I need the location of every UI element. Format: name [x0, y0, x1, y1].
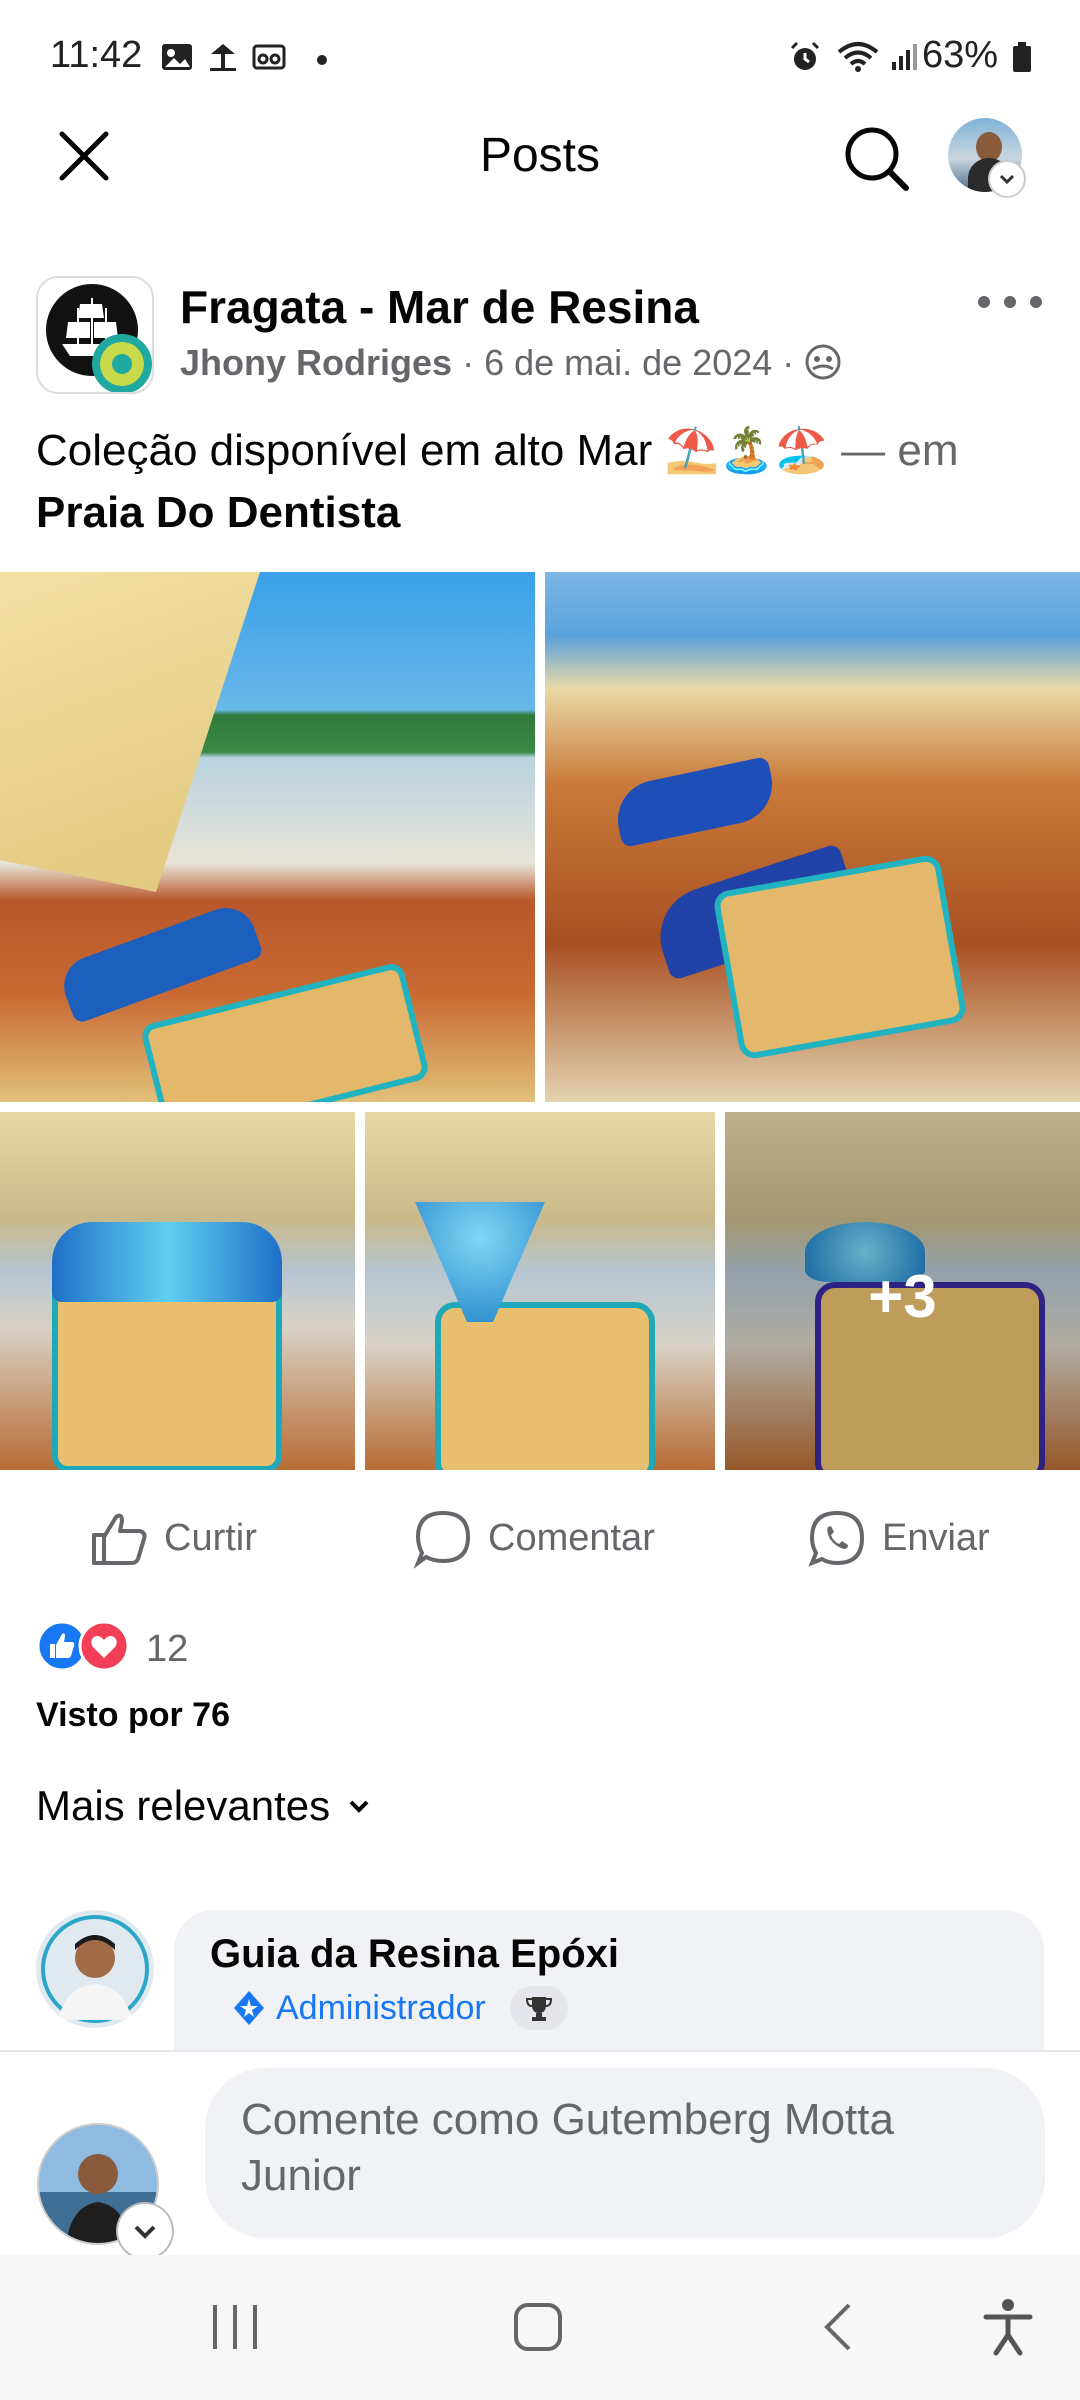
comment-button[interactable]: Comentar: [412, 1498, 655, 1578]
reaction-count: 12: [146, 1628, 189, 1670]
chevron-down-icon: [349, 1800, 369, 1813]
admin-star-icon: [234, 1991, 264, 2025]
commenter-avatar[interactable]: [36, 1910, 154, 2028]
love-reaction-icon: [78, 1620, 130, 1672]
gallery-icon: [162, 44, 192, 70]
group-members-icon: [805, 344, 841, 380]
admin-badge-label: Administrador: [276, 1988, 486, 2027]
comment-bubble-icon: [413, 1510, 471, 1569]
back-icon[interactable]: [815, 2299, 865, 2355]
search-icon[interactable]: [840, 122, 912, 194]
post-photo-2[interactable]: [545, 572, 1080, 1102]
top-contributor-badge: [509, 1986, 568, 2030]
caption-text: Coleção disponível em alto Mar: [36, 426, 653, 475]
comment-sort-dropdown[interactable]: Mais relevantes: [36, 1782, 374, 1830]
post-photo-1[interactable]: [0, 572, 535, 1102]
comment-label: Comentar: [488, 1516, 655, 1559]
beach-icon: [210, 44, 236, 71]
page-title: Posts: [479, 129, 601, 182]
ship-logo-icon: [46, 284, 152, 392]
caption-location-prefix: — em: [841, 426, 959, 475]
meta-separator: ·: [462, 342, 485, 383]
alarm-icon: [790, 41, 820, 70]
wifi-icon: [837, 42, 879, 72]
post-photo-3[interactable]: [0, 1112, 355, 1470]
like-label: Curtir: [164, 1516, 257, 1559]
admin-badge: Administrador: [230, 1986, 568, 2030]
comment-composer: Comente como Gutemberg Motta Junior: [0, 2050, 1080, 2258]
post-photo-5[interactable]: +3: [725, 1112, 1080, 1470]
home-icon[interactable]: [510, 2299, 566, 2355]
post-photo-4[interactable]: [365, 1112, 715, 1470]
comment-bubble: Guia da Resina Epóxi Administrador: [174, 1910, 1044, 2050]
like-button[interactable]: Curtir: [88, 1498, 257, 1578]
recent-apps-icon[interactable]: [205, 2299, 265, 2355]
account-switch-badge[interactable]: [990, 162, 1024, 196]
comment-input[interactable]: Comente como Gutemberg Motta Junior: [205, 2068, 1045, 2238]
status-time: 11:42: [50, 34, 143, 76]
composer-account-badge[interactable]: [118, 2204, 172, 2258]
dot-icon: [317, 55, 327, 65]
accessibility-icon[interactable]: [980, 2297, 1036, 2357]
meta-separator: ·: [782, 342, 805, 383]
thumbs-up-icon: [92, 1513, 147, 1565]
trophy-icon: [525, 1997, 552, 2021]
signal-icon: [892, 44, 917, 70]
system-nav-bar: [0, 2255, 1080, 2400]
whatsapp-icon: [808, 1510, 865, 1567]
sort-label: Mais relevantes: [36, 1782, 331, 1829]
more-photos-count[interactable]: +3: [725, 1262, 1080, 1331]
composer-avatar[interactable]: [36, 2122, 172, 2258]
post-caption: Coleção disponível em alto Mar ⛱️🏝️🏖️ — …: [36, 420, 1046, 544]
caption-emojis: ⛱️🏝️🏖️: [664, 426, 829, 475]
post-date[interactable]: 6 de mai. de 2024: [484, 342, 772, 383]
group-name[interactable]: Fragata - Mar de Resina: [180, 280, 699, 334]
seen-by[interactable]: Visto por 76: [36, 1696, 230, 1735]
post-actions: Curtir Comentar Enviar: [0, 1480, 1080, 1600]
voicemail-icon: [252, 44, 286, 70]
post-header: Fragata - Mar de Resina Jhony Rodriges ·…: [0, 262, 1080, 402]
post-meta: Jhony Rodriges · 6 de mai. de 2024 ·: [180, 342, 842, 384]
comment-author[interactable]: Guia da Resina Epóxi: [210, 1932, 619, 1977]
post-author[interactable]: Jhony Rodriges: [180, 342, 452, 383]
top-bar: Posts: [0, 100, 1080, 250]
status-bar: 11:42 63%: [0, 0, 1080, 100]
avatar-image: [36, 1910, 154, 2028]
send-whatsapp-button[interactable]: Enviar: [806, 1498, 990, 1578]
location-link[interactable]: Praia Do Dentista: [36, 488, 400, 537]
chevron-down-icon: [134, 2225, 156, 2239]
send-label: Enviar: [882, 1516, 990, 1559]
chevron-down-icon: [999, 174, 1015, 185]
battery-icon: [1013, 42, 1031, 72]
battery-percent: 63%: [921, 34, 998, 76]
group-avatar[interactable]: [36, 276, 154, 394]
more-options-icon[interactable]: [970, 282, 1050, 322]
